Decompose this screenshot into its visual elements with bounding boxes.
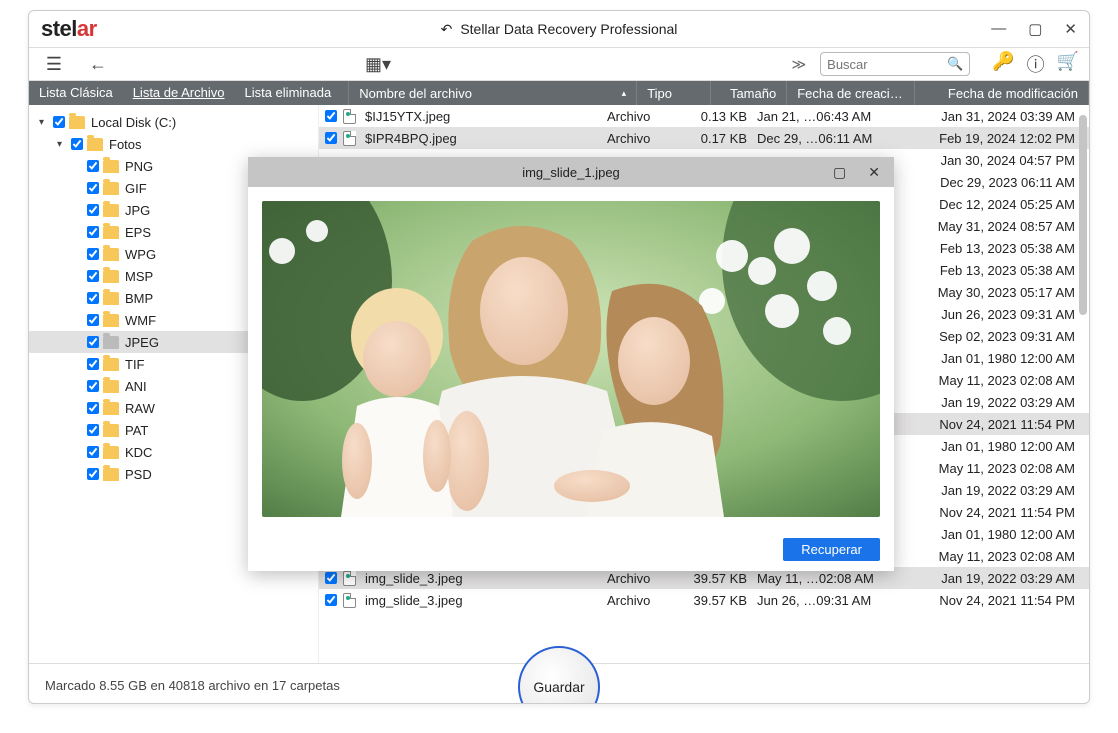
tab-file-list[interactable]: Lista de Archivo (123, 81, 235, 105)
app-logo: stelar (41, 16, 97, 42)
scrollbar[interactable] (1077, 105, 1087, 663)
col-name[interactable]: Nombre del archivo▴ (349, 81, 637, 105)
table-row[interactable]: img_slide_3.jpegArchivo39.57 KBJun 26, …… (319, 589, 1089, 611)
key-icon[interactable]: 🔑 (992, 51, 1014, 77)
menu-button[interactable]: ☰ (39, 51, 69, 77)
cart-icon[interactable]: 🛒 (1057, 51, 1079, 77)
maximize-button[interactable]: ▢ (1028, 20, 1042, 38)
preview-image (262, 201, 880, 517)
tree-root[interactable]: ▾ Local Disk (C:) (29, 111, 318, 133)
col-modified[interactable]: Fecha de modificación (915, 81, 1089, 105)
preview-filename: img_slide_1.jpeg (522, 165, 620, 180)
tab-classic[interactable]: Lista Clásica (29, 81, 123, 105)
help-icon[interactable]: ⓘ (1027, 51, 1045, 77)
tab-deleted[interactable]: Lista eliminada (234, 81, 341, 105)
tree-fotos[interactable]: ▾ Fotos (29, 133, 318, 155)
preview-titlebar[interactable]: img_slide_1.jpeg ▢ ✕ (248, 157, 894, 187)
titlebar: stelar ↶ Stellar Data Recovery Professio… (29, 11, 1089, 47)
preview-panel: img_slide_1.jpeg ▢ ✕ (248, 157, 894, 571)
search-icon[interactable]: 🔍 (947, 56, 963, 72)
preview-maximize-button[interactable]: ▢ (833, 164, 846, 181)
search-input[interactable]: 🔍 (820, 52, 970, 76)
back-button[interactable]: ← (83, 51, 113, 77)
recover-button[interactable]: Recuperar (783, 538, 880, 561)
col-size[interactable]: Tamaño (711, 81, 787, 105)
table-row[interactable]: $IPR4BPQ.jpegArchivo0.17 KBDec 29, …06:1… (319, 127, 1089, 149)
status-text: Marcado 8.55 GB en 40818 archivo en 17 c… (45, 678, 340, 693)
search-field[interactable] (827, 57, 947, 72)
view-tabs: Lista Clásica Lista de Archivo Lista eli… (29, 81, 1089, 105)
close-button[interactable]: ✕ (1064, 20, 1077, 38)
footer: Marcado 8.55 GB en 40818 archivo en 17 c… (29, 663, 1089, 703)
toolbar: ☰ ← ▦▾ ≫ 🔍 🔑 ⓘ 🛒 (29, 47, 1089, 81)
col-type[interactable]: Tipo (637, 81, 711, 105)
window-title: ↶ Stellar Data Recovery Professional (441, 21, 678, 38)
undo-icon[interactable]: ↶ (441, 21, 453, 38)
col-created[interactable]: Fecha de creaci… (787, 81, 915, 105)
minimize-button[interactable]: — (991, 20, 1006, 38)
preview-close-button[interactable]: ✕ (868, 164, 880, 181)
grid-view-button[interactable]: ▦▾ (363, 51, 393, 77)
collapse-icon[interactable]: ≫ (792, 56, 807, 73)
table-row[interactable]: $IJ15YTX.jpegArchivo0.13 KBJan 21, …06:4… (319, 105, 1089, 127)
